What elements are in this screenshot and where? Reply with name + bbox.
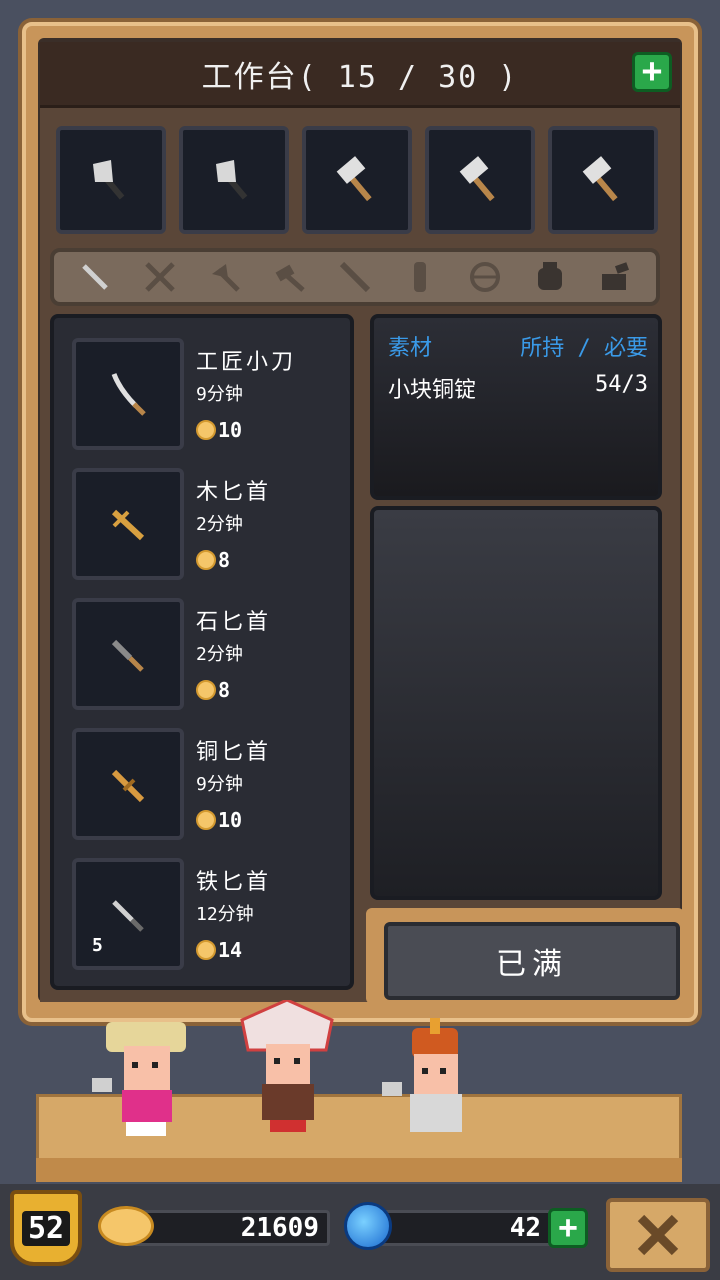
- recipe-name: 工匠小刀: [196, 350, 297, 375]
- tab-spear[interactable]: [334, 256, 376, 298]
- add-gems-button[interactable]: +: [548, 1208, 588, 1248]
- full-button[interactable]: 已满: [384, 922, 680, 1000]
- recipe-cost: 8: [196, 548, 230, 572]
- level-badge[interactable]: 52: [10, 1190, 82, 1266]
- recipe-cost: 8: [196, 678, 230, 702]
- recipe-name: 木匕首: [196, 480, 272, 505]
- crafting-slot-5[interactable]: [548, 126, 658, 234]
- recipe-time: 9分钟: [196, 384, 243, 405]
- description-panel: [370, 506, 662, 900]
- coin-icon: [196, 550, 216, 570]
- owned-required-label: 所持 / 必要: [520, 336, 648, 361]
- recipe-time: 2分钟: [196, 644, 243, 665]
- hammer-icon: [459, 156, 495, 202]
- bow-icon: [470, 262, 501, 292]
- category-tabs: [50, 248, 660, 306]
- dagger-icon: [81, 264, 108, 290]
- materials-header: 素材 所持 / 必要: [388, 330, 648, 362]
- recipe-thumbnail: 5: [72, 858, 184, 970]
- recipe-thumbnail: [72, 728, 184, 840]
- stone-dagger-icon: [111, 639, 144, 672]
- iron-dagger-icon: [112, 900, 144, 932]
- materials-label: 素材: [388, 336, 433, 361]
- hammer-icon: [275, 264, 305, 292]
- axe-icon: [211, 264, 240, 292]
- mace-icon: [414, 262, 427, 292]
- material-count: 54/3: [595, 372, 648, 397]
- tab-axe[interactable]: [204, 256, 246, 298]
- coin-icon: [196, 810, 216, 830]
- gold-coin-icon: [98, 1206, 154, 1246]
- worker-character-3[interactable]: [378, 1018, 488, 1158]
- recipe-cost: 14: [196, 938, 242, 962]
- tab-bow[interactable]: [464, 256, 506, 298]
- helmet-icon: [602, 262, 630, 290]
- hammer-icon: [582, 156, 618, 202]
- knife-icon: [111, 373, 146, 416]
- recipe-item[interactable]: 工匠小刀 9分钟 10: [72, 338, 350, 450]
- recipe-time: 9分钟: [196, 774, 243, 795]
- title-bar: 工作台( 15 / 30 ) +: [40, 42, 680, 108]
- recipe-time: 2分钟: [196, 514, 243, 535]
- worker-character-2[interactable]: [232, 1000, 342, 1140]
- sword-icon: [144, 262, 175, 292]
- recipe-name: 石匕首: [196, 610, 272, 635]
- material-name: 小块铜锭: [388, 378, 477, 403]
- recipe-cost: 10: [196, 418, 242, 442]
- page-title: 工作台( 15 / 30 ): [201, 59, 519, 95]
- close-button[interactable]: [606, 1198, 710, 1272]
- close-icon: [637, 1214, 679, 1256]
- wood-dagger-icon: [111, 509, 145, 541]
- armor-icon: [538, 262, 563, 290]
- coin-icon: [196, 420, 216, 440]
- level-value: 52: [21, 1210, 71, 1246]
- crafting-slot-3[interactable]: [302, 126, 412, 234]
- recipe-thumbnail: [72, 468, 184, 580]
- crafting-slot-4[interactable]: [425, 126, 535, 234]
- coin-icon: [196, 940, 216, 960]
- tab-sword[interactable]: [139, 256, 181, 298]
- recipe-list[interactable]: 工匠小刀 9分钟 10 木匕首 2分钟 8 石匕首 2分钟 8 铜匕首 9分钟 …: [50, 314, 354, 990]
- axe-icon: [216, 160, 248, 200]
- recipe-item[interactable]: 铜匕首 9分钟 10: [72, 728, 350, 840]
- hammer-icon: [336, 156, 372, 202]
- material-row: 小块铜锭 54/3: [388, 372, 648, 404]
- tab-helmet[interactable]: [594, 256, 636, 298]
- tab-hammer[interactable]: [269, 256, 311, 298]
- recipe-name: 铜匕首: [196, 740, 272, 765]
- recipe-item[interactable]: 石匕首 2分钟 8: [72, 598, 350, 710]
- axe-icon: [93, 160, 125, 200]
- recipe-item[interactable]: 5 铁匕首 12分钟 14: [72, 858, 350, 970]
- tab-dagger[interactable]: [74, 256, 116, 298]
- recipe-item[interactable]: 木匕首 2分钟 8: [72, 468, 350, 580]
- tab-armor[interactable]: [529, 256, 571, 298]
- copper-dagger-icon: [111, 769, 145, 803]
- crafting-slots: [56, 126, 658, 234]
- tab-mace[interactable]: [399, 256, 441, 298]
- add-slot-button[interactable]: +: [632, 52, 672, 92]
- recipe-thumbnail: [72, 598, 184, 710]
- materials-panel: 素材 所持 / 必要 小块铜锭 54/3: [370, 314, 662, 500]
- recipe-cost: 10: [196, 808, 242, 832]
- crafting-slot-2[interactable]: [179, 126, 289, 234]
- spear-icon: [339, 261, 371, 293]
- recipe-thumbnail: [72, 338, 184, 450]
- crafting-slot-1[interactable]: [56, 126, 166, 234]
- recipe-owned-count: 5: [92, 935, 103, 956]
- stage-front: [36, 1158, 682, 1182]
- recipe-time: 12分钟: [196, 904, 254, 925]
- worker-character-1[interactable]: [92, 1018, 202, 1158]
- coin-icon: [196, 680, 216, 700]
- gem-icon: [344, 1202, 392, 1250]
- recipe-name: 铁匕首: [196, 870, 272, 895]
